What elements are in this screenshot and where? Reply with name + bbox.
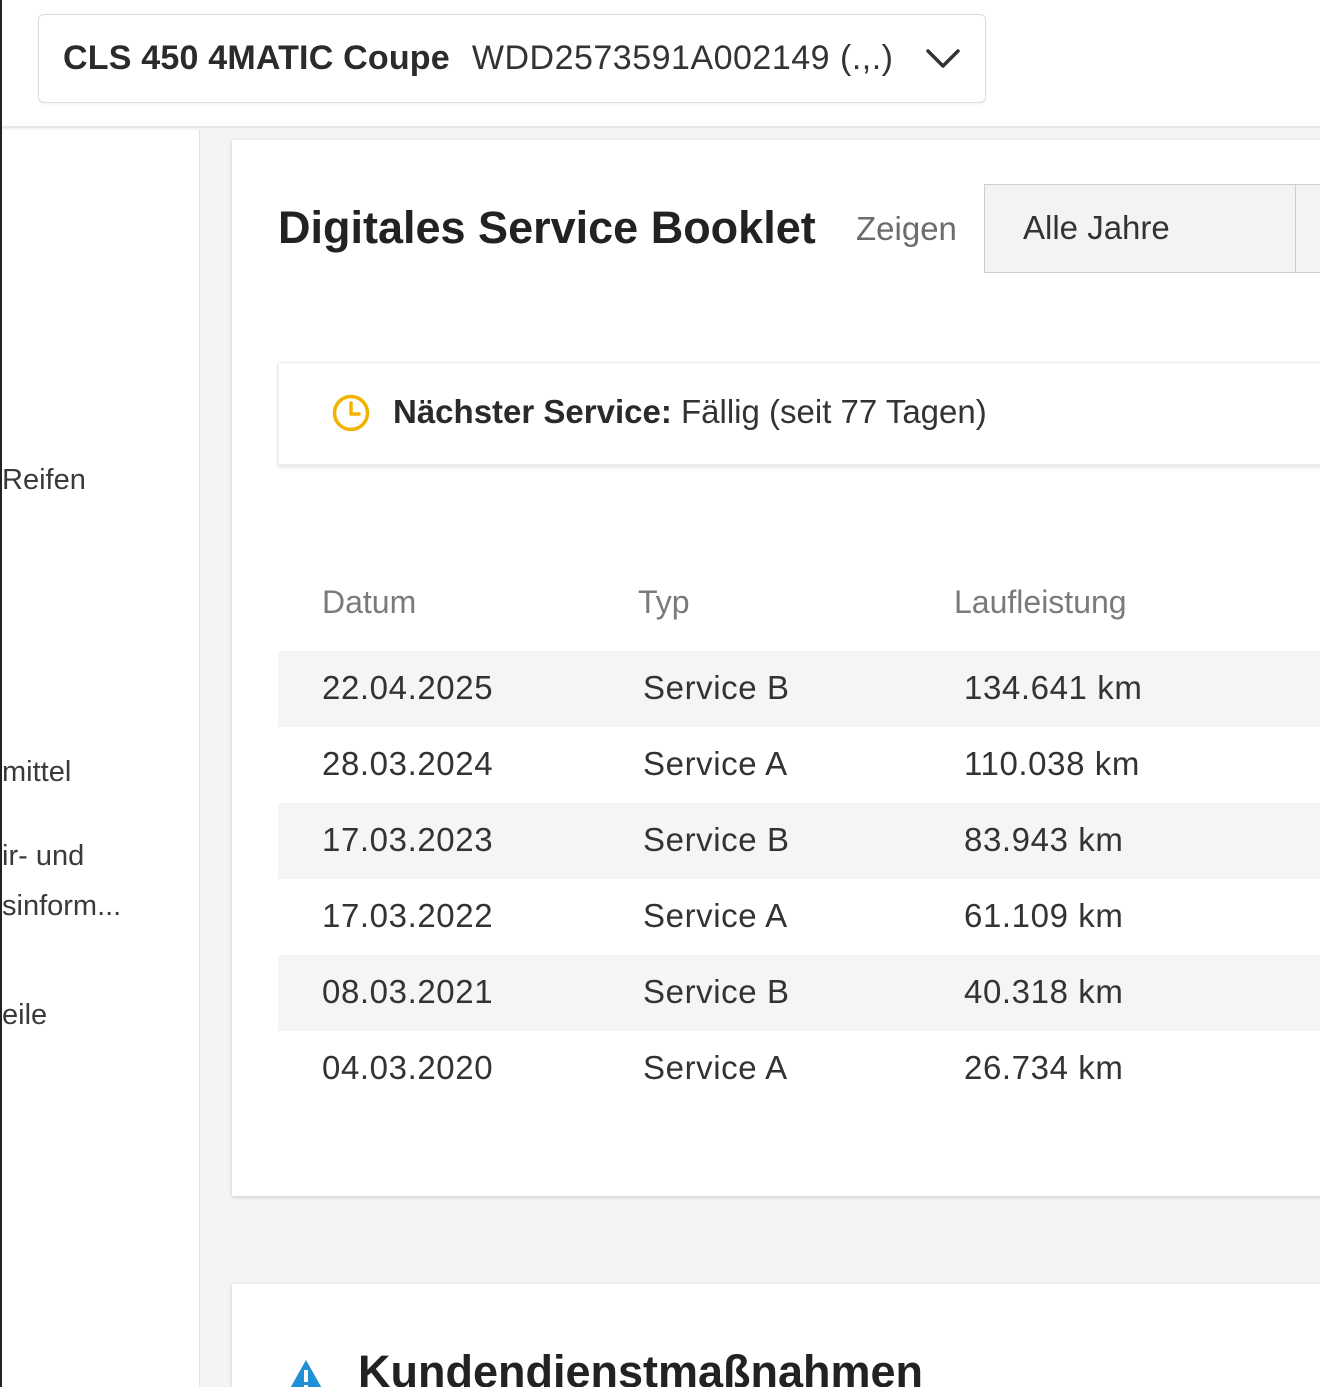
table-row[interactable]: 08.03.2021 Service B 40.318 km (278, 955, 1320, 1031)
cell-date: 28.03.2024 (322, 745, 494, 782)
sidebar-item-mittel[interactable]: mittel (2, 756, 71, 789)
recalls-title: Kundendienstmaßnahmen (358, 1346, 924, 1387)
next-service-banner: Nächster Service: Fällig (seit 77 Tagen) (278, 362, 1320, 465)
select-divider (1295, 185, 1296, 272)
table-row[interactable]: 28.03.2024 Service A 110.038 km (278, 727, 1320, 803)
sidebar-item-reifen[interactable]: Reifen (2, 464, 86, 497)
cell-type: Service B (643, 821, 790, 858)
cell-mileage: 134.641 km (964, 669, 1143, 706)
cell-date: 17.03.2022 (322, 897, 494, 934)
sidebar-item-und[interactable]: ir- und (2, 840, 84, 873)
cell-type: Service A (643, 897, 788, 934)
show-label: Zeigen (856, 210, 957, 247)
cell-type: Service B (643, 973, 790, 1010)
vehicle-selector[interactable]: CLS 450 4MATIC Coupe WDD2573591A002149 (… (38, 14, 986, 103)
year-select-value: Alle Jahre (1023, 209, 1170, 246)
vehicle-model: CLS 450 4MATIC Coupe (63, 39, 450, 77)
page: CLS 450 4MATIC Coupe WDD2573591A002149 (… (0, 0, 1320, 1387)
page-title: Digitales Service Booklet (278, 202, 816, 253)
column-header-datum: Datum (322, 584, 417, 620)
cell-mileage: 40.318 km (964, 973, 1124, 1010)
clock-icon (332, 394, 370, 432)
year-select[interactable]: Alle Jahre (984, 184, 1320, 273)
cell-type: Service A (643, 745, 788, 782)
table-row[interactable]: 22.04.2025 Service B 134.641 km (278, 651, 1320, 727)
table-row[interactable]: 17.03.2023 Service B 83.943 km (278, 803, 1320, 879)
next-service-text: Nächster Service: Fällig (seit 77 Tagen) (393, 393, 987, 431)
vehicle-vin: WDD2573591A002149 (.,.) (471, 39, 894, 77)
cell-mileage: 26.734 km (964, 1049, 1124, 1086)
service-table: 22.04.2025 Service B 134.641 km 28.03.20… (278, 651, 1320, 1107)
cell-date: 17.03.2023 (322, 821, 494, 858)
service-booklet-card: Digitales Service Booklet Zeigen Alle Ja… (232, 140, 1320, 1196)
cell-type: Service A (643, 1049, 788, 1086)
cell-date: 22.04.2025 (322, 669, 494, 706)
sidebar: Reifen mittel ir- und sinform... eile (2, 130, 200, 1387)
column-header-typ: Typ (638, 584, 690, 620)
chevron-down-icon[interactable] (925, 43, 961, 73)
table-row[interactable]: 04.03.2020 Service A 26.734 km (278, 1031, 1320, 1107)
recalls-card: Kundendienstmaßnahmen (232, 1284, 1320, 1387)
column-header-laufleistung: Laufleistung (954, 584, 1127, 620)
cell-date: 04.03.2020 (322, 1049, 494, 1086)
cell-mileage: 83.943 km (964, 821, 1124, 858)
table-header: Datum Typ Laufleistung (232, 580, 1320, 630)
sidebar-item-teile[interactable]: eile (2, 999, 47, 1032)
cell-type: Service B (643, 669, 790, 706)
cell-date: 08.03.2021 (322, 973, 494, 1010)
next-service-value: Fällig (seit 77 Tagen) (681, 393, 987, 430)
table-row[interactable]: 17.03.2022 Service A 61.109 km (278, 879, 1320, 955)
top-bar: CLS 450 4MATIC Coupe WDD2573591A002149 (… (2, 0, 1320, 128)
next-service-label: Nächster Service: (393, 393, 672, 430)
sidebar-item-inform[interactable]: sinform... (2, 890, 121, 923)
warning-icon (290, 1360, 322, 1387)
cell-mileage: 110.038 km (964, 745, 1140, 782)
cell-mileage: 61.109 km (964, 897, 1124, 934)
